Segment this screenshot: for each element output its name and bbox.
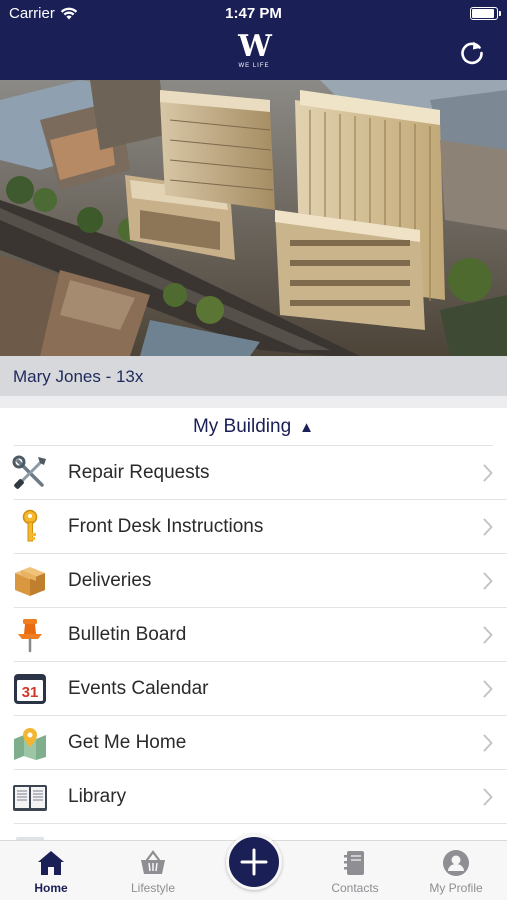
battery-icon	[470, 7, 501, 20]
tab-my-profile[interactable]: My Profile	[406, 841, 506, 900]
chevron-right-icon	[483, 464, 493, 482]
status-bar: Carrier 1:47 PM	[0, 0, 507, 28]
plus-icon	[240, 848, 268, 876]
section-title: My Building	[192, 416, 292, 437]
calendar-icon: 31	[14, 674, 46, 704]
tab-label: Lifestyle	[130, 881, 176, 895]
building-menu: Repair Requests Front Desk Instructions …	[0, 446, 507, 878]
calendar-day: 31	[22, 684, 39, 701]
tab-lifestyle[interactable]: Lifestyle	[103, 841, 203, 900]
tab-contacts[interactable]: Contacts	[305, 841, 405, 900]
house-icon	[38, 851, 64, 875]
tab-home[interactable]: Home	[1, 841, 101, 900]
chevron-right-icon	[483, 788, 493, 806]
menu-item-label: Get Me Home	[68, 732, 187, 753]
pushpin-icon	[18, 619, 42, 653]
my-building-section-toggle[interactable]: My Building ▲	[0, 408, 507, 446]
logo-letter: W	[238, 29, 272, 64]
menu-item-get-me-home[interactable]: Get Me Home	[0, 716, 507, 770]
clock: 1:47 PM	[225, 5, 282, 22]
menu-item-front-desk-instructions[interactable]: Front Desk Instructions	[0, 500, 507, 554]
key-icon	[22, 509, 38, 542]
menu-item-library[interactable]: Library	[0, 770, 507, 824]
section-spacer	[0, 396, 507, 408]
menu-item-label: Deliveries	[68, 570, 152, 591]
chevron-right-icon	[483, 626, 493, 644]
menu-item-events-calendar[interactable]: 31 Events Calendar	[0, 662, 507, 716]
menu-item-deliveries[interactable]: Deliveries	[0, 554, 507, 608]
contacts-book-icon	[344, 851, 364, 875]
menu-item-label: Library	[68, 786, 127, 807]
tools-icon	[12, 455, 46, 489]
menu-item-label: Events Calendar	[68, 678, 209, 699]
logo-text: WE LIFE	[238, 63, 270, 69]
resident-name: Mary Jones - 13x	[13, 367, 144, 386]
tab-label: My Profile	[429, 881, 483, 895]
add-button[interactable]	[226, 834, 282, 890]
menu-item-bulletin-board[interactable]: Bulletin Board	[0, 608, 507, 662]
app-logo: W WE LIFE	[232, 32, 276, 72]
basket-icon	[141, 850, 165, 874]
app-header: Carrier 1:47 PM W WE LIFE	[0, 0, 507, 80]
chevron-right-icon	[483, 734, 493, 752]
menu-item-repair-requests[interactable]: Repair Requests	[0, 446, 507, 500]
menu-item-label: Bulletin Board	[68, 624, 187, 645]
tab-label: Home	[34, 881, 68, 895]
resident-bar: Mary Jones - 13x	[0, 356, 507, 396]
map-pin-icon	[14, 728, 46, 760]
building-hero-image	[0, 80, 507, 356]
book-icon	[13, 785, 47, 811]
package-icon	[15, 567, 45, 596]
menu-item-label: Front Desk Instructions	[68, 516, 264, 537]
chevron-right-icon	[483, 518, 493, 536]
refresh-icon[interactable]	[457, 38, 487, 68]
caret-up-icon: ▲	[299, 419, 315, 436]
tab-label: Contacts	[331, 881, 379, 895]
chevron-right-icon	[483, 572, 493, 590]
chevron-right-icon	[483, 680, 493, 698]
menu-item-label: Repair Requests	[68, 462, 210, 483]
profile-icon	[443, 850, 469, 876]
